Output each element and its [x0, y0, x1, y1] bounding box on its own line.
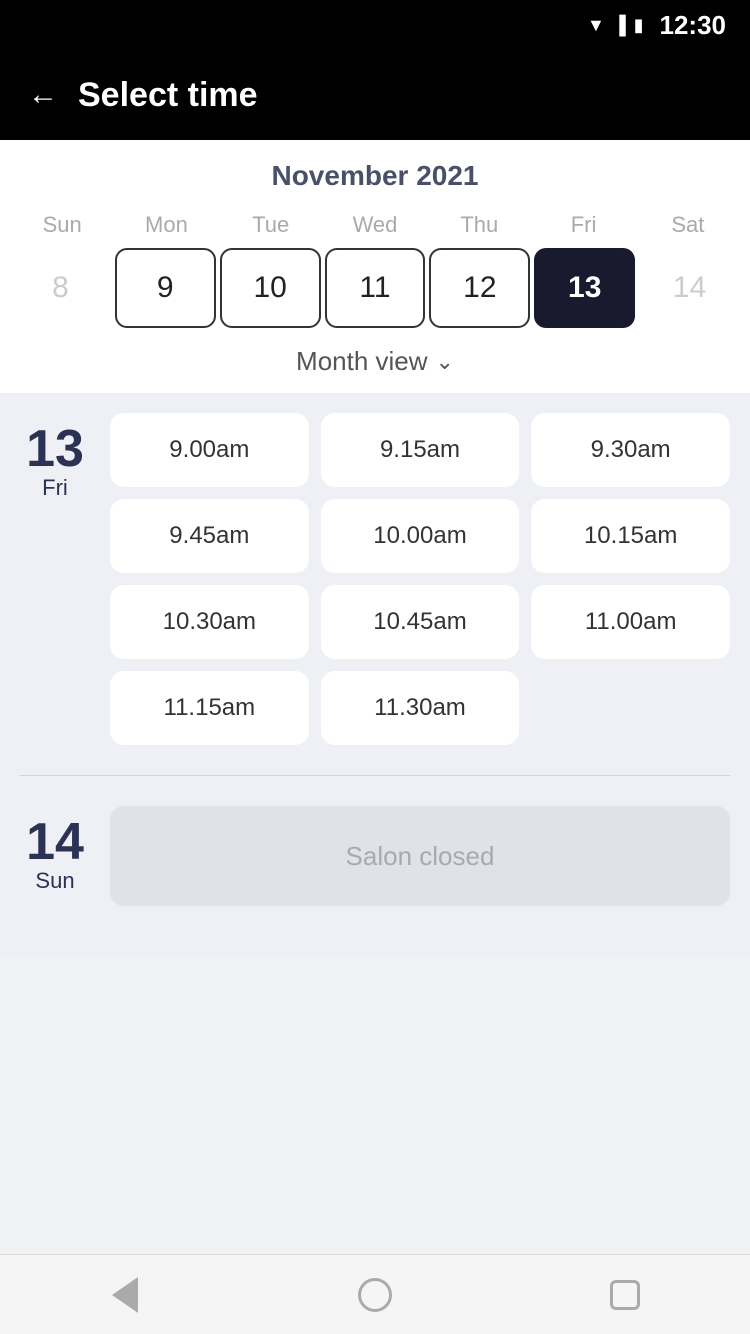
cal-day-8[interactable]: 8: [10, 248, 111, 328]
month-view-toggle[interactable]: Month view ⌄: [0, 328, 750, 393]
slot-1015am[interactable]: 10.15am: [531, 499, 730, 573]
weekday-sat: Sat: [636, 208, 740, 248]
salon-closed-block: Salon closed: [110, 806, 730, 906]
day-label-14: 14 Sun: [20, 806, 90, 894]
month-view-label: Month view: [296, 346, 428, 377]
slot-930am[interactable]: 9.30am: [531, 413, 730, 487]
day-block-14: 14 Sun Salon closed: [20, 806, 730, 906]
day-name-14: Sun: [35, 868, 74, 894]
calendar-days-row: 8 9 10 11 12 13 14: [0, 248, 750, 328]
slot-1115am[interactable]: 11.15am: [110, 671, 309, 745]
status-time: 12:30: [660, 10, 727, 41]
day-block-13: 13 Fri 9.00am 9.15am 9.30am 9.45am 10.00…: [20, 413, 730, 745]
home-circle-icon: [358, 1278, 392, 1312]
back-button[interactable]: ←: [28, 80, 58, 110]
weekday-sun: Sun: [10, 208, 114, 248]
weekday-mon: Mon: [114, 208, 218, 248]
weekday-tue: Tue: [219, 208, 323, 248]
weekday-thu: Thu: [427, 208, 531, 248]
cal-day-10[interactable]: 10: [220, 248, 321, 328]
slot-1000am[interactable]: 10.00am: [321, 499, 520, 573]
calendar-month-year: November 2021: [0, 160, 750, 192]
day-label-13: 13 Fri: [20, 413, 90, 501]
recents-square-icon: [610, 1280, 640, 1310]
salon-closed-text: Salon closed: [346, 841, 495, 872]
day-number-13: 13: [26, 423, 84, 475]
battery-icon: ▮: [634, 15, 644, 36]
weekday-fri: Fri: [531, 208, 635, 248]
home-nav-button[interactable]: [345, 1265, 405, 1325]
page-title: Select time: [78, 76, 258, 115]
header: ← Select time: [0, 50, 750, 140]
slot-1045am[interactable]: 10.45am: [321, 585, 520, 659]
slot-945am[interactable]: 9.45am: [110, 499, 309, 573]
cal-day-14[interactable]: 14: [639, 248, 740, 328]
calendar-week-header: Sun Mon Tue Wed Thu Fri Sat: [0, 208, 750, 248]
wifi-icon: ▼: [587, 15, 605, 36]
back-nav-button[interactable]: [95, 1265, 155, 1325]
status-icons: ▼ ▐ ▮ 12:30: [587, 10, 726, 41]
cal-day-12[interactable]: 12: [429, 248, 530, 328]
recents-nav-button[interactable]: [595, 1265, 655, 1325]
nav-bar: [0, 1254, 750, 1334]
slot-1030am[interactable]: 10.30am: [110, 585, 309, 659]
signal-icon: ▐: [613, 15, 626, 36]
chevron-down-icon: ⌄: [436, 349, 454, 375]
cal-day-13[interactable]: 13: [534, 248, 635, 328]
slot-900am[interactable]: 9.00am: [110, 413, 309, 487]
slot-1100am[interactable]: 11.00am: [531, 585, 730, 659]
status-bar: ▼ ▐ ▮ 12:30: [0, 0, 750, 50]
day-number-14: 14: [26, 816, 84, 868]
cal-day-9[interactable]: 9: [115, 248, 216, 328]
cal-day-11[interactable]: 11: [325, 248, 426, 328]
weekday-wed: Wed: [323, 208, 427, 248]
time-section: 13 Fri 9.00am 9.15am 9.30am 9.45am 10.00…: [0, 393, 750, 956]
slot-915am[interactable]: 9.15am: [321, 413, 520, 487]
day-divider: [20, 775, 730, 776]
slot-1130am[interactable]: 11.30am: [321, 671, 520, 745]
calendar-section: November 2021 Sun Mon Tue Wed Thu Fri Sa…: [0, 140, 750, 393]
slots-grid-13: 9.00am 9.15am 9.30am 9.45am 10.00am 10.1…: [110, 413, 730, 745]
day-name-13: Fri: [42, 475, 68, 501]
back-triangle-icon: [112, 1277, 138, 1313]
